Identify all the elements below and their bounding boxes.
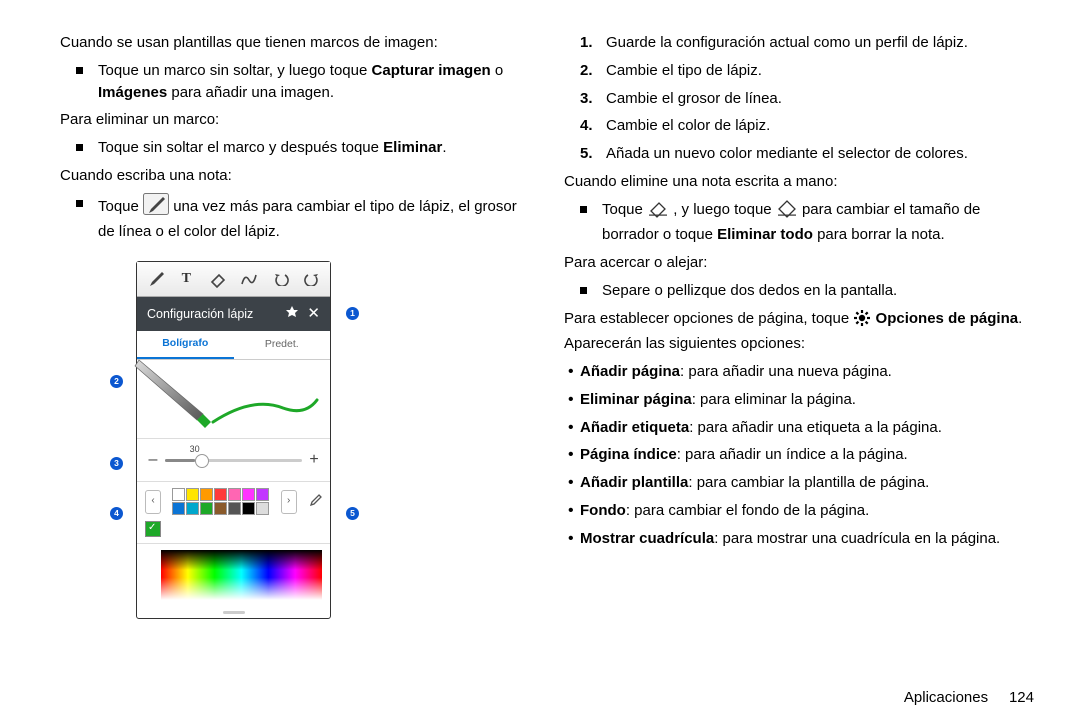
color-swatch (214, 488, 227, 501)
step-item: 3.Cambie el grosor de línea. (606, 88, 1040, 110)
color-swatch (172, 502, 185, 515)
color-palette: ‹ › ✓ (137, 482, 330, 544)
pen-preview (137, 360, 330, 439)
callout-2: 2 (110, 375, 123, 388)
pen-config-title: Configuración lápiz (147, 305, 253, 323)
plus-icon: + (308, 448, 320, 471)
color-swatch (186, 502, 199, 515)
thickness-slider: – 30 + (137, 439, 330, 482)
undo-icon (270, 268, 292, 290)
eraser-large-icon (776, 200, 798, 225)
write-note-item: Toque una vez más para cambiar el tipo d… (98, 193, 536, 244)
pin-icon (285, 304, 299, 323)
callout-5: 5 (346, 507, 359, 520)
color-swatch (228, 502, 241, 515)
zoom-item: Separe o pellizque dos dedos en la panta… (602, 280, 1040, 302)
option-item: Añadir página: para añadir una nueva pág… (580, 361, 1040, 383)
remove-frame-intro: Para eliminar un marco: (60, 109, 536, 131)
delete-note-item: Toque , y luego toque para cambiar el ta… (602, 199, 1040, 247)
color-swatch (242, 502, 255, 515)
step-item: 2.Cambie el tipo de lápiz. (606, 60, 1040, 82)
option-item: Fondo: para cambiar el fondo de la págin… (580, 500, 1040, 522)
slider-track: 30 (165, 459, 302, 462)
close-icon: ✕ (307, 303, 320, 325)
page: Cuando se usan plantillas que tienen mar… (0, 0, 1080, 720)
right-column: 1.Guarde la configuración actual como un… (564, 32, 1040, 720)
option-item: Añadir plantilla: para cambiar la planti… (580, 472, 1040, 494)
templates-intro: Cuando se usan plantillas que tienen mar… (60, 32, 536, 54)
selected-swatch: ✓ (145, 521, 161, 537)
color-swatch (200, 488, 213, 501)
pen-icon (143, 193, 169, 222)
templates-item: Toque un marco sin soltar, y luego toque… (98, 60, 536, 104)
color-swatch (214, 502, 227, 515)
drag-handle (137, 606, 330, 618)
color-swatch (200, 502, 213, 515)
step-item: 1.Guarde la configuración actual como un… (606, 32, 1040, 54)
callout-1: 1 (346, 307, 359, 320)
eraser-tool-icon (207, 268, 229, 290)
pen-config-figure: T Configuración lápiz ✕ Bolígrafo Predet… (136, 261, 371, 619)
redo-icon (301, 268, 323, 290)
pen-config-device: T Configuración lápiz ✕ Bolígrafo Predet… (136, 261, 331, 619)
color-swatch (256, 502, 269, 515)
zoom-intro: Para acercar o alejar: (564, 252, 1040, 274)
numbered-steps: 1.Guarde la configuración actual como un… (564, 32, 1040, 165)
tab-preset: Predet. (234, 331, 331, 359)
color-swatch (186, 488, 199, 501)
device-toolbar: T (137, 262, 330, 297)
eraser-icon (647, 200, 669, 225)
pen-tool-icon (144, 268, 166, 290)
callout-3: 3 (110, 457, 123, 470)
delete-note-intro: Cuando elimine una nota escrita a mano: (564, 171, 1040, 193)
color-swatch (228, 488, 241, 501)
option-item: Añadir etiqueta: para añadir una etiquet… (580, 417, 1040, 439)
page-options-intro: Para establecer opciones de página, toqu… (564, 308, 1040, 356)
option-item: Página índice: para añadir un índice a l… (580, 444, 1040, 466)
color-gradient (161, 550, 322, 600)
color-swatch (242, 488, 255, 501)
option-item: Mostrar cuadrícula: para mostrar una cua… (580, 528, 1040, 550)
pen-config-header: Configuración lápiz ✕ (137, 297, 330, 331)
swatches (172, 488, 269, 515)
step-item: 5.Añada un nuevo color mediante el selec… (606, 143, 1040, 165)
write-note-intro: Cuando escriba una nota: (60, 165, 536, 187)
left-column: Cuando se usan plantillas que tienen mar… (60, 32, 536, 720)
step-item: 4.Cambie el color de lápiz. (606, 115, 1040, 137)
page-footer: Aplicaciones 124 (904, 689, 1034, 706)
option-item: Eliminar página: para eliminar la página… (580, 389, 1040, 411)
page-options-list: Añadir página: para añadir una nueva pág… (564, 361, 1040, 549)
callout-4: 4 (110, 507, 123, 520)
chevron-left-icon: ‹ (145, 490, 161, 514)
remove-frame-item: Toque sin soltar el marco y después toqu… (98, 137, 536, 159)
slider-value: 30 (190, 443, 200, 456)
slider-knob (195, 454, 209, 468)
chevron-right-icon: › (281, 490, 297, 514)
color-swatch (172, 488, 185, 501)
shape-tool-icon (238, 268, 260, 290)
text-tool-icon: T (175, 268, 197, 290)
color-swatch (256, 488, 269, 501)
gear-icon (853, 309, 871, 334)
tab-pen: Bolígrafo (137, 331, 234, 359)
eyedropper-icon (308, 491, 322, 513)
minus-icon: – (147, 448, 159, 471)
